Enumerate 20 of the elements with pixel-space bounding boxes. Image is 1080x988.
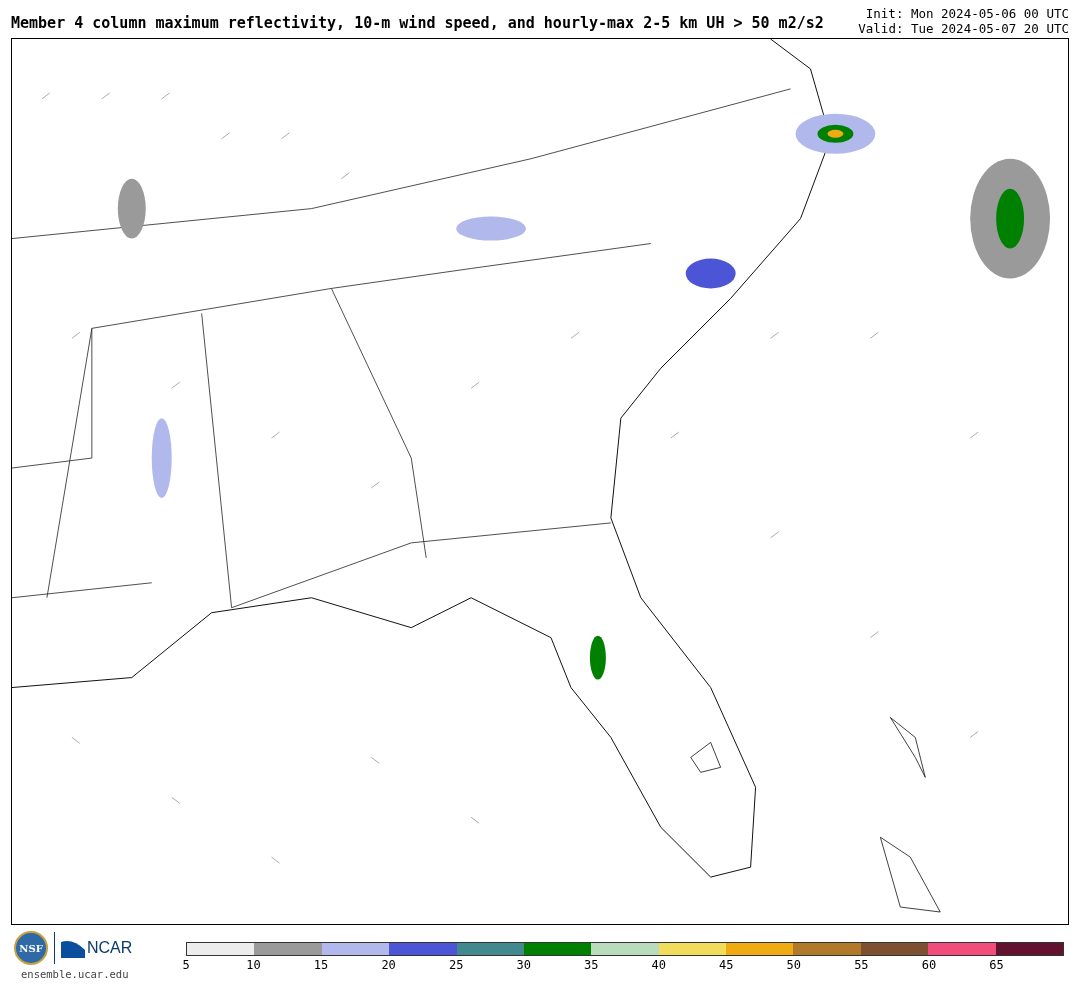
tick-label: 50: [786, 958, 802, 972]
ncar-logo: NCAR: [87, 939, 133, 957]
tick-label: 60: [921, 958, 937, 972]
tick-label: 20: [381, 958, 396, 972]
ncar-logo-icon: [61, 938, 85, 958]
site-address: ensemble.ucar.edu: [20, 968, 130, 980]
tick-label: 35: [584, 958, 599, 972]
plot-title: Member 4 column maximum reflectivity, 10-m wind speed, and hourly-max 2-5 km UH > 50 m2/s2: [11, 14, 824, 34]
tick-label: 5: [182, 958, 190, 972]
tick-label: 15: [313, 958, 329, 972]
nsf-logo: NSF: [14, 931, 48, 965]
tick-label: 65: [989, 958, 1004, 972]
tick-label: 10: [246, 958, 261, 972]
tick-label: 55: [854, 958, 869, 972]
init-time: Init: Mon 2024-05-06 00 UTC: [864, 6, 1069, 21]
tick-label: 40: [651, 958, 666, 972]
tick-label: 30: [516, 958, 531, 972]
valid-time: Valid: Tue 2024-05-07 20 UTC: [858, 21, 1069, 36]
tick-label: 45: [719, 958, 734, 972]
tick-label: 25: [448, 958, 464, 972]
